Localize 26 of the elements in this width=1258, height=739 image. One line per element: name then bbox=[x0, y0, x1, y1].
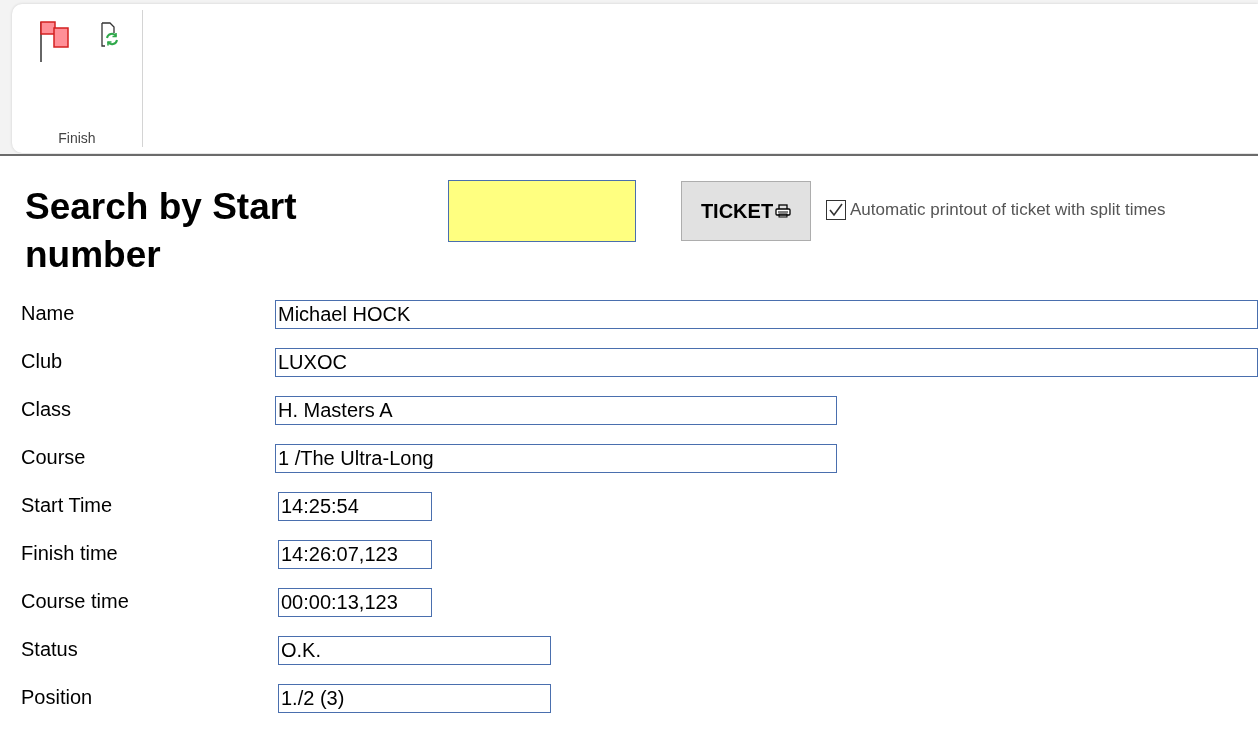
field-label: Position bbox=[21, 685, 93, 710]
start-number-field[interactable] bbox=[448, 180, 636, 242]
field-label: Class bbox=[21, 397, 71, 422]
group-label: Finish bbox=[58, 129, 96, 148]
value-field[interactable]: O.K. bbox=[278, 636, 551, 665]
value-field[interactable]: 14:25:54 bbox=[278, 492, 432, 521]
ticket-button[interactable]: TICKET bbox=[681, 181, 811, 241]
value-field[interactable]: Michael HOCK bbox=[275, 300, 1258, 329]
flag-icon[interactable] bbox=[38, 20, 70, 62]
printer-icon bbox=[775, 204, 792, 218]
value-field[interactable]: 1 /The Ultra-Long bbox=[275, 444, 837, 473]
field-label: Status bbox=[21, 637, 78, 662]
auto-print-checkbox[interactable] bbox=[826, 199, 846, 220]
value-field[interactable]: 1./2 (3) bbox=[278, 684, 551, 713]
value-field[interactable]: H. Masters A bbox=[275, 396, 837, 425]
field-label: Finish time bbox=[21, 541, 118, 566]
value-field[interactable]: LUXOC bbox=[275, 348, 1258, 377]
field-label: Course bbox=[21, 445, 86, 470]
field-label: Start Time bbox=[21, 493, 113, 518]
value-field[interactable]: 00:00:13,123 bbox=[278, 588, 432, 617]
auto-print-label: Automatic printout of ticket with split times bbox=[850, 199, 1166, 221]
field-label: Club bbox=[21, 349, 63, 374]
value-field[interactable]: 14:26:07,123 bbox=[278, 540, 432, 569]
field-label: Course time bbox=[21, 589, 129, 614]
field-label: Name bbox=[21, 301, 75, 326]
page-title: Search by Start number bbox=[25, 185, 298, 277]
